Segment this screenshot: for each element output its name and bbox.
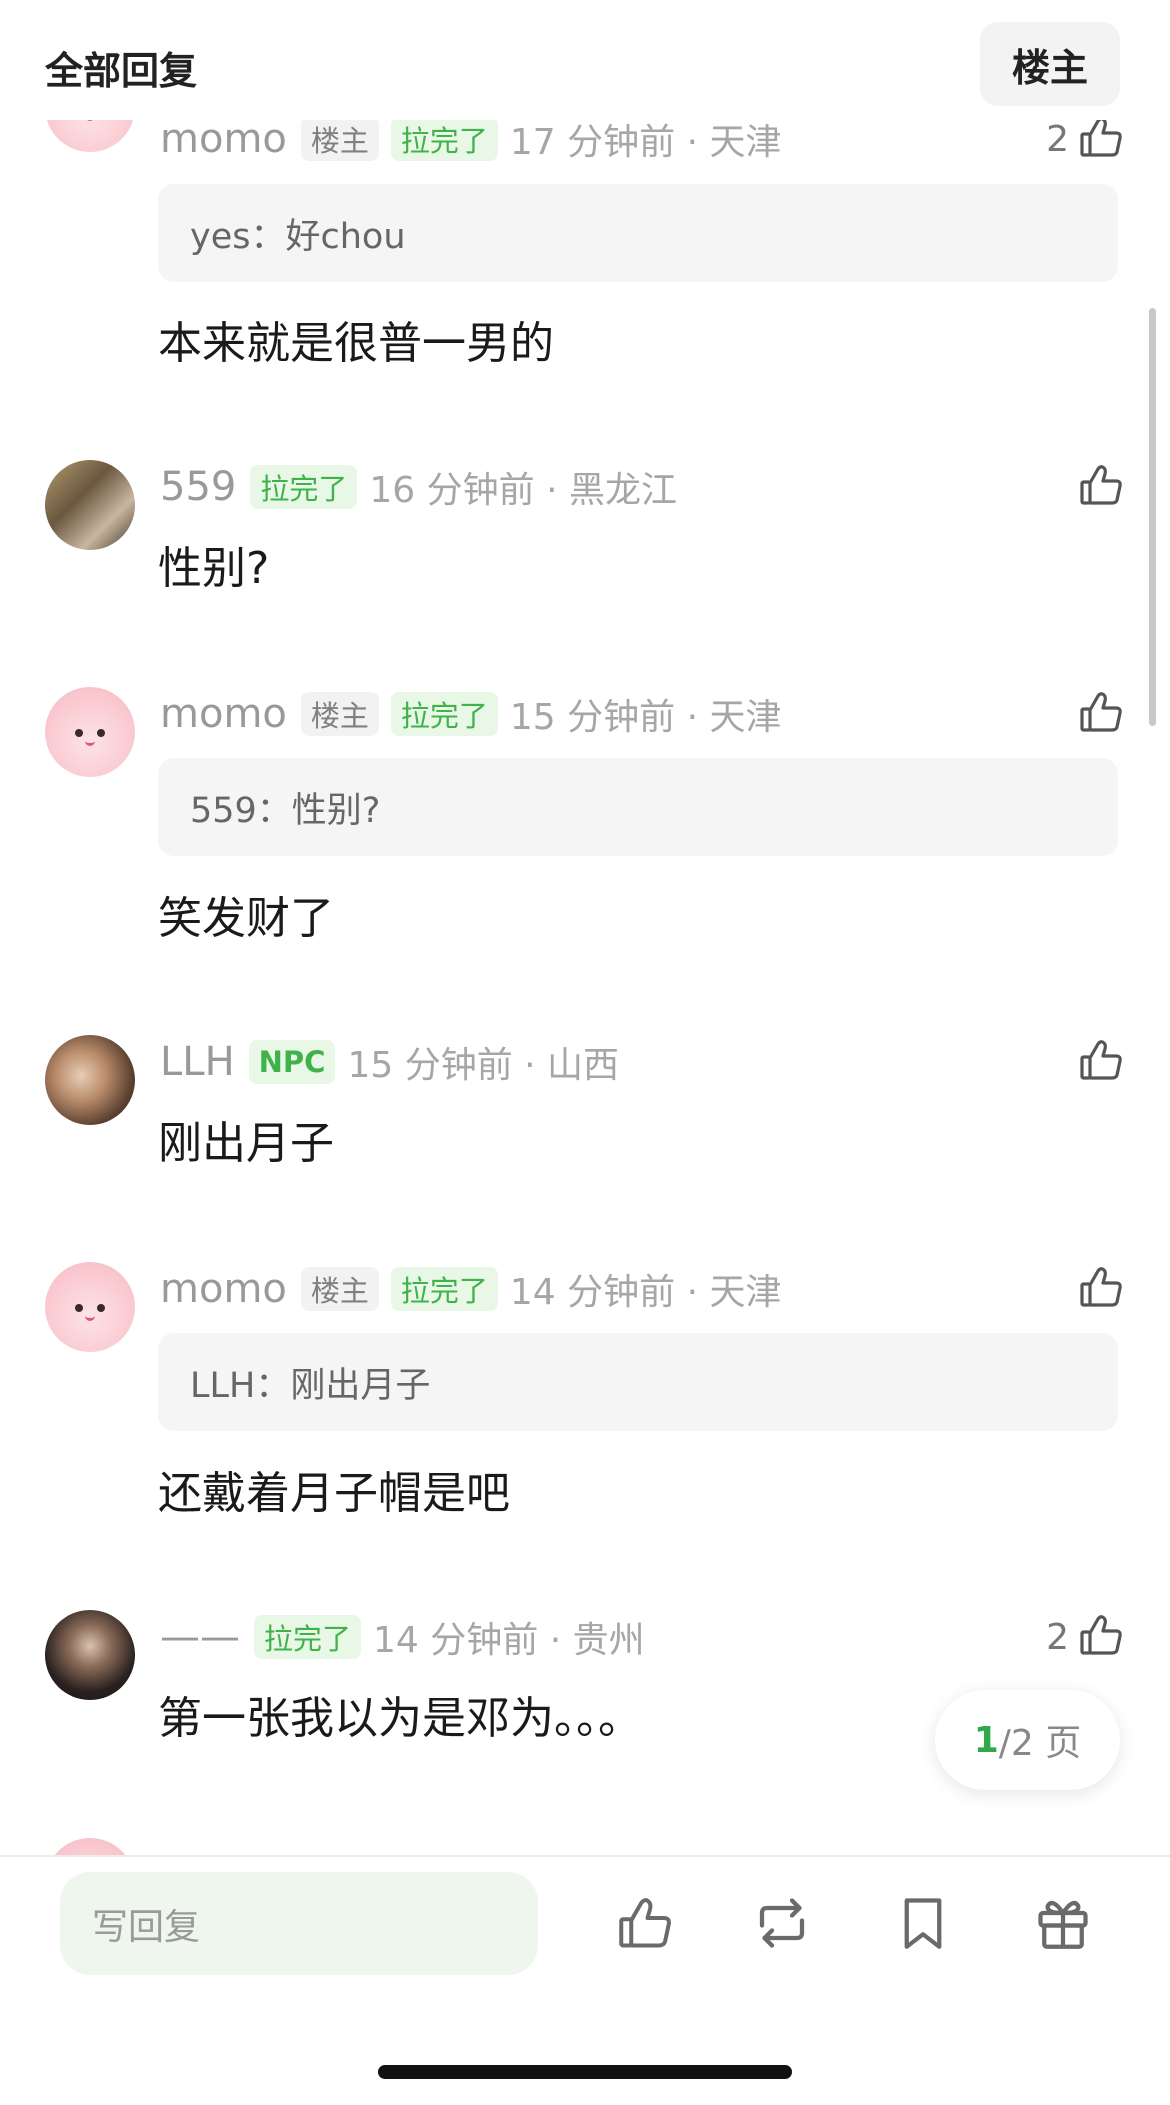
username[interactable]: momo	[160, 1266, 287, 1312]
timestamp: 15 分钟前 · 天津	[509, 697, 782, 738]
like-button[interactable]: 2	[1046, 114, 1125, 164]
reply-input[interactable]: 写回复	[60, 1872, 538, 1975]
timestamp: 17 分钟前 · 天津	[509, 122, 782, 163]
repost-icon[interactable]	[752, 1893, 812, 1953]
status-badge: 拉完了	[390, 1267, 498, 1311]
timestamp: 15 分钟前 · 山西	[347, 1045, 620, 1086]
username[interactable]: ——	[160, 1614, 240, 1660]
home-indicator	[378, 2065, 792, 2079]
current-page: 1	[973, 1719, 999, 1761]
timestamp: 16 分钟前 · 黑龙江	[369, 470, 677, 511]
like-count: 2	[1046, 118, 1069, 160]
comment-text: 本来就是很普一男的	[158, 318, 554, 369]
like-button[interactable]	[1077, 462, 1125, 512]
timestamp: 14 分钟前 · 贵州	[373, 1620, 645, 1661]
quoted-reply: 559：性别?	[158, 758, 1118, 856]
thumbs-up-icon	[1077, 1263, 1125, 1315]
like-icon[interactable]	[615, 1893, 675, 1953]
avatar[interactable]	[45, 1262, 135, 1352]
owner-badge: 楼主	[300, 1267, 379, 1311]
status-badge: 拉完了	[254, 1615, 362, 1659]
like-button[interactable]: 2	[1046, 1612, 1125, 1662]
status-badge: 拉完了	[250, 465, 358, 509]
timestamp: 14 分钟前 · 天津	[509, 1272, 782, 1313]
avatar[interactable]	[45, 1610, 135, 1700]
status-badge: 拉完了	[390, 692, 498, 736]
comment-text: 性别?	[158, 543, 270, 594]
gift-icon[interactable]	[1033, 1893, 1093, 1953]
username[interactable]: momo	[160, 691, 287, 737]
comment-meta: 559 拉完了 16 分钟前 · 黑龙江	[160, 462, 677, 512]
comment-meta: momo 楼主 拉完了 14 分钟前 · 天津	[160, 1264, 782, 1314]
like-button[interactable]	[1077, 1264, 1125, 1314]
like-count: 2	[1046, 1616, 1069, 1658]
owner-badge: 楼主	[300, 692, 379, 736]
username[interactable]: LLH	[160, 1039, 235, 1085]
avatar[interactable]	[45, 460, 135, 550]
comment-text: 还戴着月子帽是吧	[158, 1468, 510, 1519]
comment-feed[interactable]: momo 楼主 拉完了 17 分钟前 · 天津 2 yes：好chou 本来就是…	[0, 0, 1170, 1855]
comment-meta: momo 楼主 拉完了 15 分钟前 · 天津	[160, 689, 782, 739]
like-button[interactable]	[1077, 1037, 1125, 1087]
thumbs-up-icon	[1077, 688, 1125, 740]
avatar[interactable]	[45, 687, 135, 777]
username[interactable]: 559	[160, 464, 236, 510]
avatar[interactable]	[45, 1035, 135, 1125]
bottom-action-bar: 写回复	[0, 1855, 1170, 2105]
thumbs-up-icon	[1077, 113, 1125, 165]
comment-meta: momo 楼主 拉完了 17 分钟前 · 天津	[160, 114, 782, 164]
header: 全部回复 楼主	[0, 0, 1170, 120]
total-pages: /2 页	[998, 1723, 1082, 1764]
thumbs-up-icon	[1077, 461, 1125, 513]
bookmark-icon[interactable]	[893, 1893, 953, 1953]
username[interactable]: momo	[160, 116, 287, 162]
comment-text: 第一张我以为是邓为。。。	[158, 1693, 642, 1744]
comment-meta: LLH NPC 15 分钟前 · 山西	[160, 1037, 619, 1087]
comment-meta: —— 拉完了 14 分钟前 · 贵州	[160, 1612, 645, 1662]
quoted-reply: yes：好chou	[158, 184, 1118, 282]
owner-only-button[interactable]: 楼主	[980, 22, 1120, 106]
quoted-reply: LLH：刚出月子	[158, 1333, 1118, 1431]
comment-text: 刚出月子	[158, 1118, 334, 1169]
owner-badge: 楼主	[300, 117, 379, 161]
npc-badge: NPC	[248, 1040, 336, 1084]
like-button[interactable]	[1077, 689, 1125, 739]
page-title: 全部回复	[45, 49, 198, 93]
thumbs-up-icon	[1077, 1611, 1125, 1663]
status-badge: 拉完了	[390, 117, 498, 161]
avatar[interactable]	[45, 1838, 135, 1855]
scrollbar[interactable]	[1149, 308, 1156, 726]
thumbs-up-icon	[1077, 1036, 1125, 1088]
comment-text: 笑发财了	[158, 893, 334, 944]
pagination-indicator[interactable]: 1/2 页	[935, 1690, 1120, 1790]
